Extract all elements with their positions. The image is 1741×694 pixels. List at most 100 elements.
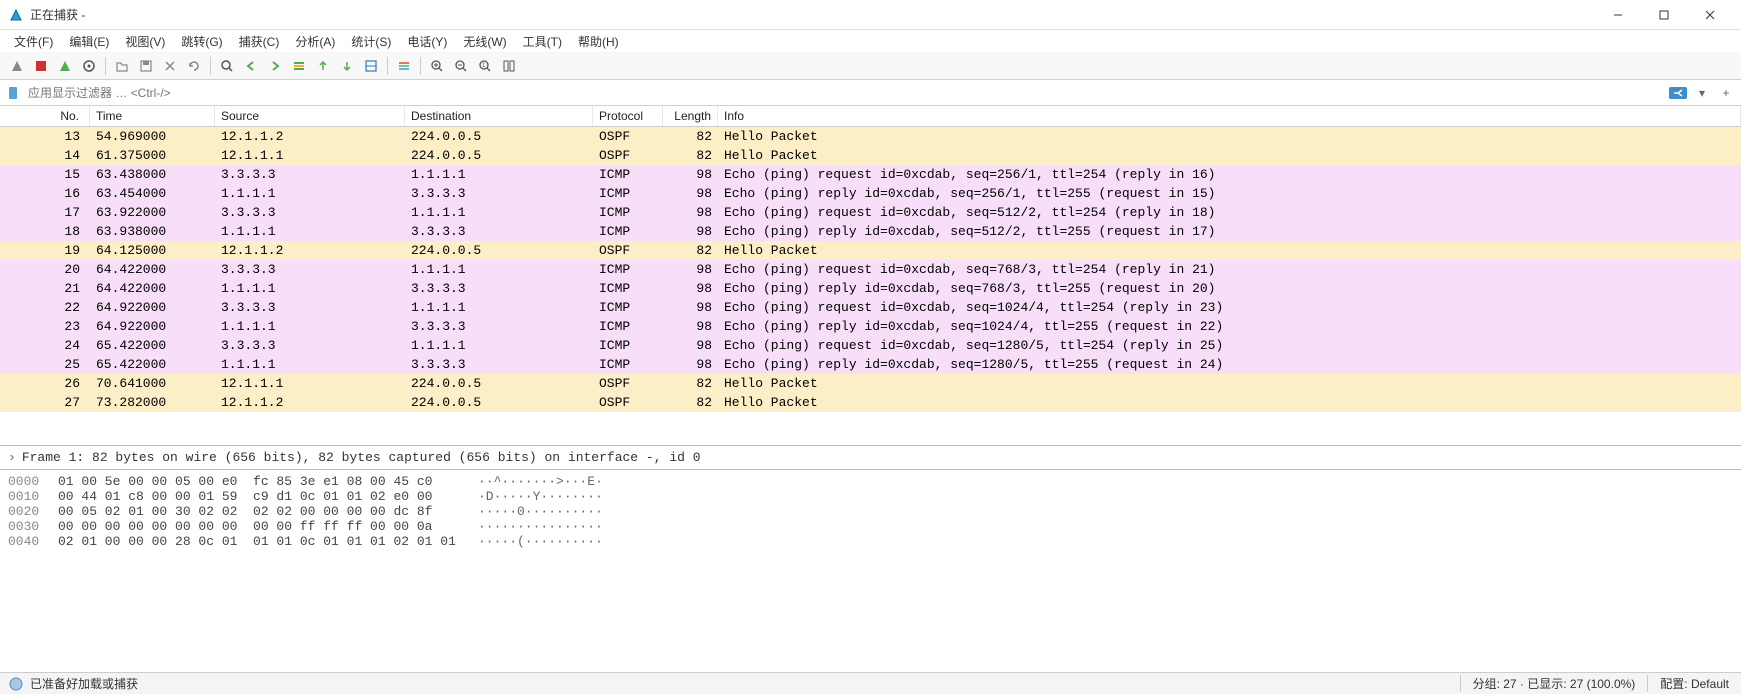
column-header[interactable]: Length xyxy=(663,106,718,126)
menu-item[interactable]: 帮助(H) xyxy=(572,31,625,52)
menu-item[interactable]: 电话(Y) xyxy=(401,31,453,52)
column-header[interactable]: Info xyxy=(718,106,1741,126)
menu-item[interactable]: 无线(W) xyxy=(457,31,512,52)
menu-item[interactable]: 文件(F) xyxy=(8,31,59,52)
cell: 98 xyxy=(663,355,718,374)
column-header[interactable]: Destination xyxy=(405,106,593,126)
cell: 23 xyxy=(0,317,90,336)
cell: Echo (ping) reply id=0xcdab, seq=512/2, … xyxy=(718,222,1741,241)
packet-row[interactable]: 1964.12500012.1.1.2224.0.0.5OSPF82Hello … xyxy=(0,241,1741,260)
menu-item[interactable]: 统计(S) xyxy=(345,31,397,52)
packet-row[interactable]: 1763.9220003.3.3.31.1.1.1ICMP98Echo (pin… xyxy=(0,203,1741,222)
packet-row[interactable]: 2565.4220001.1.1.13.3.3.3ICMP98Echo (pin… xyxy=(0,355,1741,374)
menu-item[interactable]: 捕获(C) xyxy=(233,31,286,52)
filter-dropdown-icon[interactable]: ▾ xyxy=(1691,84,1713,102)
cell: Hello Packet xyxy=(718,374,1741,393)
go-forward-button[interactable] xyxy=(264,55,286,77)
window-controls xyxy=(1595,0,1733,30)
cell: 12.1.1.2 xyxy=(215,127,405,146)
packet-row[interactable]: 2264.9220003.3.3.31.1.1.1ICMP98Echo (pin… xyxy=(0,298,1741,317)
cell: 65.422000 xyxy=(90,336,215,355)
cell: 65.422000 xyxy=(90,355,215,374)
packet-row[interactable]: 2364.9220001.1.1.13.3.3.3ICMP98Echo (pin… xyxy=(0,317,1741,336)
hex-line[interactable]: 000001 00 5e 00 00 05 00 e0 fc 85 3e e1 … xyxy=(8,474,1733,489)
cell: 12.1.1.2 xyxy=(215,241,405,260)
packet-list-pane[interactable]: No.TimeSourceDestinationProtocolLengthIn… xyxy=(0,106,1741,446)
zoom-out-button[interactable] xyxy=(450,55,472,77)
go-last-button[interactable] xyxy=(336,55,358,77)
cell: 17 xyxy=(0,203,90,222)
menu-item[interactable]: 跳转(G) xyxy=(175,31,228,52)
cell: ICMP xyxy=(593,184,663,203)
cell: Echo (ping) request id=0xcdab, seq=512/2… xyxy=(718,203,1741,222)
restart-capture-button[interactable] xyxy=(54,55,76,77)
auto-scroll-button[interactable] xyxy=(360,55,382,77)
toolbar: 1 xyxy=(0,52,1741,80)
filter-add-button[interactable]: + xyxy=(1715,84,1737,102)
hex-line[interactable]: 004002 01 00 00 00 28 0c 01 01 01 0c 01 … xyxy=(8,534,1733,549)
cell: Hello Packet xyxy=(718,241,1741,260)
column-header[interactable]: Protocol xyxy=(593,106,663,126)
close-button[interactable] xyxy=(1687,0,1733,30)
hex-line[interactable]: 002000 05 02 01 00 30 02 02 02 02 00 00 … xyxy=(8,504,1733,519)
go-back-button[interactable] xyxy=(240,55,262,77)
cell: 1.1.1.1 xyxy=(215,222,405,241)
expert-info-icon[interactable] xyxy=(8,676,24,692)
cell: 3.3.3.3 xyxy=(215,336,405,355)
save-file-button[interactable] xyxy=(135,55,157,77)
cell: 1.1.1.1 xyxy=(215,317,405,336)
packet-row[interactable]: 1461.37500012.1.1.1224.0.0.5OSPF82Hello … xyxy=(0,146,1741,165)
packet-row[interactable]: 2773.28200012.1.1.2224.0.0.5OSPF82Hello … xyxy=(0,393,1741,412)
packet-row[interactable]: 2465.4220003.3.3.31.1.1.1ICMP98Echo (pin… xyxy=(0,336,1741,355)
zoom-in-button[interactable] xyxy=(426,55,448,77)
menu-item[interactable]: 工具(T) xyxy=(517,31,568,52)
resize-columns-button[interactable] xyxy=(498,55,520,77)
packet-row[interactable]: 1663.4540001.1.1.13.3.3.3ICMP98Echo (pin… xyxy=(0,184,1741,203)
open-file-button[interactable] xyxy=(111,55,133,77)
packet-row[interactable]: 1863.9380001.1.1.13.3.3.3ICMP98Echo (pin… xyxy=(0,222,1741,241)
go-to-packet-button[interactable] xyxy=(288,55,310,77)
packet-row[interactable]: 2164.4220001.1.1.13.3.3.3ICMP98Echo (pin… xyxy=(0,279,1741,298)
status-profile[interactable]: 配置: Default xyxy=(1648,675,1741,692)
capture-options-button[interactable] xyxy=(78,55,100,77)
cell: 98 xyxy=(663,165,718,184)
column-header[interactable]: Time xyxy=(90,106,215,126)
zoom-reset-button[interactable]: 1 xyxy=(474,55,496,77)
hex-ascii: ·····(·········· xyxy=(478,534,603,549)
cell: 54.969000 xyxy=(90,127,215,146)
minimize-button[interactable] xyxy=(1595,0,1641,30)
find-button[interactable] xyxy=(216,55,238,77)
display-filter-input[interactable] xyxy=(24,84,1667,102)
go-first-button[interactable] xyxy=(312,55,334,77)
packet-row[interactable]: 2670.64100012.1.1.1224.0.0.5OSPF82Hello … xyxy=(0,374,1741,393)
stop-capture-button[interactable] xyxy=(30,55,52,77)
chevron-right-icon[interactable]: › xyxy=(8,450,16,465)
colorize-button[interactable] xyxy=(393,55,415,77)
hex-line[interactable]: 001000 44 01 c8 00 00 01 59 c9 d1 0c 01 … xyxy=(8,489,1733,504)
menu-item[interactable]: 分析(A) xyxy=(289,31,341,52)
expression-button[interactable] xyxy=(1667,84,1689,102)
column-header[interactable]: No. xyxy=(0,106,90,126)
cell: 98 xyxy=(663,260,718,279)
hex-line[interactable]: 003000 00 00 00 00 00 00 00 00 00 ff ff … xyxy=(8,519,1733,534)
packet-row[interactable]: 1354.96900012.1.1.2224.0.0.5OSPF82Hello … xyxy=(0,127,1741,146)
cell: ICMP xyxy=(593,279,663,298)
reload-button[interactable] xyxy=(183,55,205,77)
toolbar-separator xyxy=(420,57,421,75)
packet-details-pane[interactable]: › Frame 1: 82 bytes on wire (656 bits), … xyxy=(0,446,1741,470)
cell: 98 xyxy=(663,336,718,355)
column-header[interactable]: Source xyxy=(215,106,405,126)
packet-row[interactable]: 1563.4380003.3.3.31.1.1.1ICMP98Echo (pin… xyxy=(0,165,1741,184)
packet-bytes-pane[interactable]: 000001 00 5e 00 00 05 00 e0 fc 85 3e e1 … xyxy=(0,470,1741,582)
cell: 18 xyxy=(0,222,90,241)
cell: Echo (ping) request id=0xcdab, seq=256/1… xyxy=(718,165,1741,184)
close-file-button[interactable] xyxy=(159,55,181,77)
menu-item[interactable]: 视图(V) xyxy=(119,31,171,52)
menu-item[interactable]: 编辑(E) xyxy=(63,31,115,52)
start-capture-button[interactable] xyxy=(6,55,28,77)
cell: 3.3.3.3 xyxy=(215,165,405,184)
cell: 63.438000 xyxy=(90,165,215,184)
packet-row[interactable]: 2064.4220003.3.3.31.1.1.1ICMP98Echo (pin… xyxy=(0,260,1741,279)
maximize-button[interactable] xyxy=(1641,0,1687,30)
bookmark-icon[interactable] xyxy=(4,84,22,102)
